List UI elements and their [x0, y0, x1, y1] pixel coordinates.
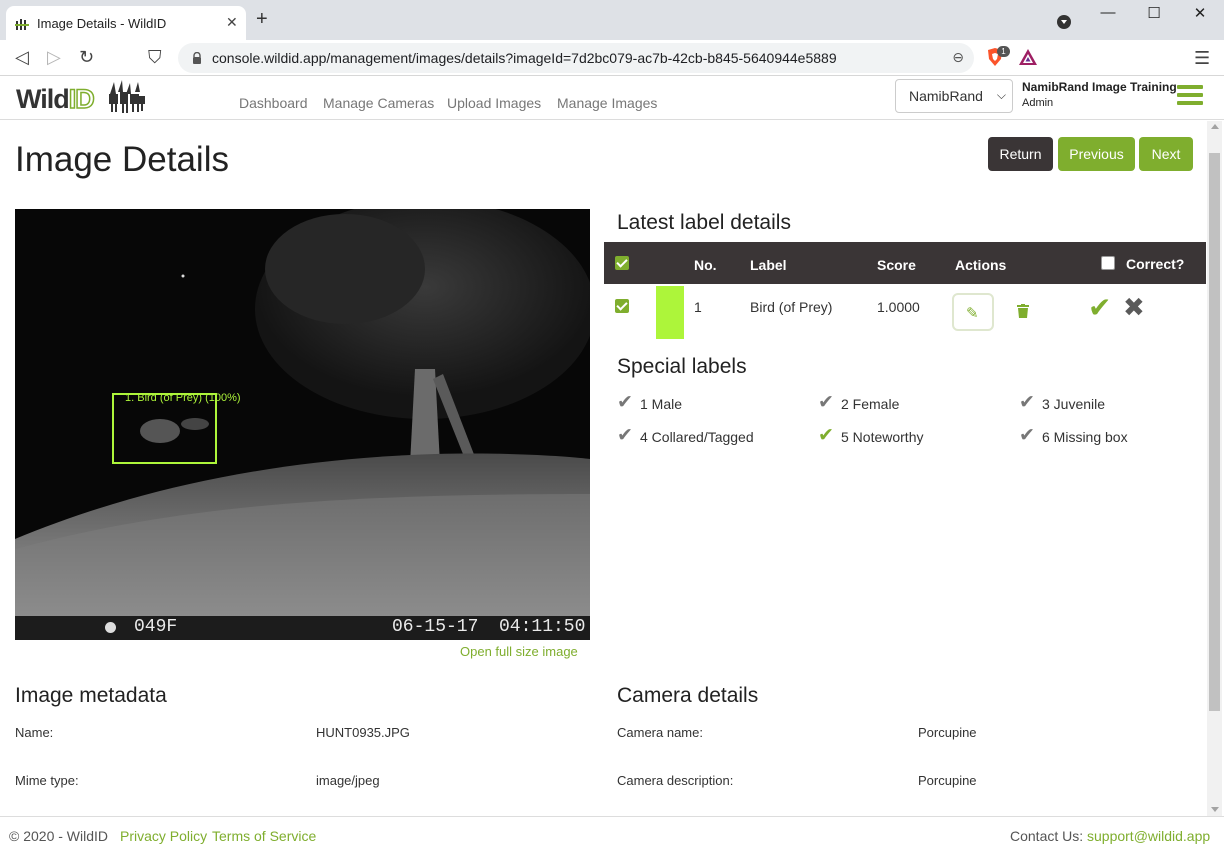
- select-all-checkbox[interactable]: [615, 256, 629, 270]
- check-icon: ✔: [617, 392, 633, 413]
- latest-label-details-title: Latest label details: [617, 211, 791, 234]
- capture-time: 04:11:50: [499, 617, 586, 637]
- page-title: Image Details: [15, 140, 229, 179]
- organization-select[interactable]: NamibRand ⌵: [895, 79, 1013, 113]
- chevron-down-icon: ⌵: [996, 88, 1006, 102]
- bookmark-icon[interactable]: ⛉: [148, 47, 162, 67]
- reject-label-icon[interactable]: ✖: [1123, 293, 1145, 321]
- check-icon: ✔: [617, 425, 633, 446]
- wildid-favicon-icon: [15, 19, 29, 30]
- contact-label: Contact Us:: [1010, 828, 1084, 844]
- metadata-value-mime: image/jpeg: [316, 773, 380, 788]
- camera-info-strip: 049F 06-15-17 04:11:50: [15, 616, 590, 640]
- tab-search-icon[interactable]: [1057, 15, 1071, 29]
- wildid-logo[interactable]: WildID: [16, 80, 146, 116]
- row-no: 1: [694, 299, 702, 315]
- col-correct: Correct?: [1126, 256, 1185, 272]
- reload-icon[interactable]: ↻: [79, 47, 94, 67]
- scroll-thumb[interactable]: [1209, 153, 1220, 711]
- previous-button[interactable]: Previous: [1058, 137, 1135, 171]
- special-labels-title: Special labels: [617, 355, 747, 378]
- row-score: 1.0000: [877, 299, 920, 315]
- browser-tab[interactable]: Image Details - WildID ✕: [6, 6, 246, 40]
- col-actions: Actions: [955, 257, 1007, 273]
- support-email-link[interactable]: support@wildid.app: [1087, 828, 1210, 844]
- terms-of-service-link[interactable]: Terms of Service: [212, 828, 316, 844]
- check-icon: ✔: [818, 392, 834, 413]
- row-label: Bird (of Prey): [750, 299, 833, 315]
- page-scrollbar[interactable]: [1207, 121, 1222, 816]
- return-button[interactable]: Return: [988, 137, 1053, 171]
- rewards-triangle-icon[interactable]: [1018, 48, 1038, 66]
- label-table-header: No. Label Score Actions Correct?: [604, 242, 1206, 284]
- edit-label-button[interactable]: ✎: [952, 293, 994, 331]
- detection-label: 1. Bird (of Prey) (100%): [125, 392, 241, 404]
- tab-close-icon[interactable]: ✕: [226, 14, 238, 31]
- browser-toolbar: ◁ ▷ ↻ ⛉ console.wildid.app/management/im…: [0, 40, 1224, 76]
- copyright-text: © 2020 - WildID: [9, 828, 109, 844]
- moon-phase-icon: [105, 622, 116, 633]
- open-full-size-link[interactable]: Open full size image: [460, 644, 578, 659]
- col-score: Score: [877, 257, 916, 273]
- pencil-icon: ✎: [966, 305, 979, 322]
- check-icon: ✔: [1019, 425, 1035, 446]
- new-tab-button[interactable]: +: [256, 9, 268, 29]
- camera-value-description: Porcupine: [918, 773, 977, 788]
- night-scene-illustration: [15, 209, 590, 640]
- minimize-button[interactable]: —: [1093, 4, 1123, 21]
- hamburger-menu-icon[interactable]: [1177, 85, 1203, 107]
- shield-count-badge: 1: [997, 46, 1010, 57]
- metadata-key-name: Name:: [15, 725, 54, 740]
- maximize-button[interactable]: ☐: [1139, 4, 1169, 22]
- camera-details-title: Camera details: [617, 684, 759, 707]
- lock-icon: [193, 52, 201, 64]
- label-color-swatch: [656, 286, 684, 339]
- user-role: Admin: [1022, 97, 1054, 109]
- address-bar[interactable]: console.wildid.app/management/images/det…: [178, 43, 974, 73]
- close-window-button[interactable]: ✕: [1185, 4, 1215, 22]
- label-table: No. Label Score Actions Correct? 1 Bird …: [604, 242, 1206, 339]
- nav-manage-images[interactable]: Manage Images: [557, 95, 657, 111]
- logo-animals-icon: [109, 80, 145, 113]
- col-label: Label: [750, 257, 787, 273]
- organization-select-value: NamibRand: [909, 88, 983, 104]
- nav-dashboard[interactable]: Dashboard: [239, 95, 308, 111]
- col-no: No.: [694, 257, 717, 273]
- correct-all-checkbox[interactable]: [1101, 256, 1115, 270]
- camera-key-description: Camera description:: [617, 773, 734, 788]
- nav-upload-images[interactable]: Upload Images: [447, 95, 541, 111]
- camera-value-name: Porcupine: [918, 725, 977, 740]
- privacy-policy-link[interactable]: Privacy Policy: [120, 828, 207, 844]
- metadata-key-mime: Mime type:: [15, 773, 79, 788]
- camera-trap-image[interactable]: 1. Bird (of Prey) (100%) 049F 06-15-17 0…: [15, 209, 590, 640]
- forward-icon[interactable]: ▷: [47, 47, 61, 67]
- url-text[interactable]: console.wildid.app/management/images/det…: [212, 50, 837, 66]
- back-icon[interactable]: ◁: [15, 47, 29, 67]
- browser-menu-icon[interactable]: ☰: [1194, 48, 1210, 69]
- row-select-checkbox[interactable]: [615, 299, 629, 313]
- metadata-value-name: HUNT0935.JPG: [316, 725, 410, 740]
- camera-code: 049F: [134, 617, 178, 637]
- user-name: NamibRand Image Training: [1022, 80, 1177, 94]
- confirm-label-icon[interactable]: ✔: [1088, 294, 1111, 322]
- table-row: 1 Bird (of Prey) 1.0000 ✎ ✔ ✖: [604, 284, 1206, 339]
- nav-manage-cameras[interactable]: Manage Cameras: [323, 95, 434, 111]
- camera-key-name: Camera name:: [617, 725, 703, 740]
- check-icon: ✔: [1019, 392, 1035, 413]
- page-footer: © 2020 - WildID Privacy Policy Terms of …: [0, 816, 1224, 853]
- tab-title: Image Details - WildID: [37, 16, 167, 31]
- scroll-up-icon[interactable]: [1211, 124, 1219, 129]
- capture-date: 06-15-17: [392, 617, 479, 637]
- logo-text: WildID: [16, 83, 96, 115]
- trash-icon[interactable]: [1017, 304, 1029, 318]
- zoom-icon[interactable]: ⊖: [952, 49, 964, 66]
- scroll-down-icon[interactable]: [1211, 807, 1219, 812]
- app-navbar: WildID Dashboard Manage Cameras Upload I…: [0, 77, 1224, 120]
- image-metadata-title: Image metadata: [15, 684, 167, 707]
- browser-tabstrip: Image Details - WildID ✕ + — ☐ ✕: [0, 0, 1224, 40]
- next-button[interactable]: Next: [1139, 137, 1193, 171]
- check-icon: ✔: [818, 425, 834, 446]
